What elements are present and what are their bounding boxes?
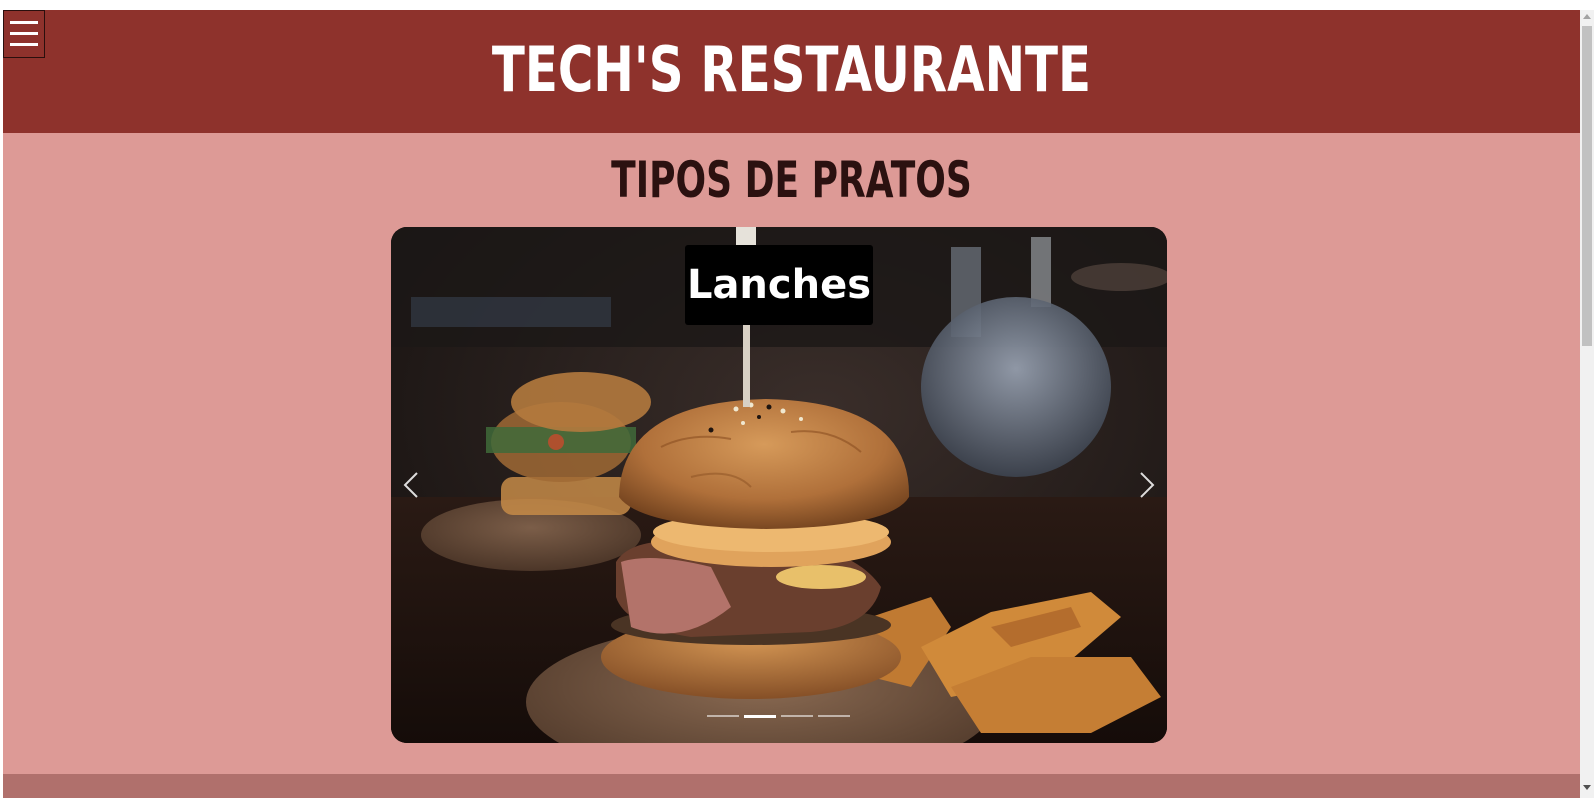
carousel-prev-button[interactable]	[393, 467, 429, 503]
site-title: TECH'S RESTAURANTE	[491, 33, 1092, 106]
carousel-indicator-4[interactable]	[818, 715, 850, 717]
section-title: TIPOS DE PRATOS	[611, 151, 972, 209]
scroll-down-arrow-icon[interactable]	[1583, 785, 1591, 790]
scrollbar-thumb[interactable]	[1582, 26, 1592, 346]
carousel-next-button[interactable]	[1129, 467, 1165, 503]
vertical-scrollbar[interactable]	[1580, 10, 1594, 798]
chevron-left-icon	[403, 472, 418, 498]
carousel-indicator-2[interactable]	[744, 715, 776, 718]
scroll-up-arrow-icon[interactable]	[1583, 14, 1591, 19]
site-header: TECH'S RESTAURANTE	[3, 10, 1580, 133]
dish-carousel: Lanches	[391, 227, 1167, 743]
carousel-caption: Lanches	[685, 245, 873, 325]
page: TECH'S RESTAURANTE TIPOS DE PRATOS Lanch…	[3, 10, 1580, 798]
next-section-edge	[3, 774, 1580, 798]
carousel-indicator-1[interactable]	[707, 715, 739, 717]
chevron-right-icon	[1140, 472, 1155, 498]
menu-button[interactable]	[3, 10, 45, 58]
carousel-indicator-3[interactable]	[781, 715, 813, 717]
carousel-indicators	[707, 714, 852, 720]
